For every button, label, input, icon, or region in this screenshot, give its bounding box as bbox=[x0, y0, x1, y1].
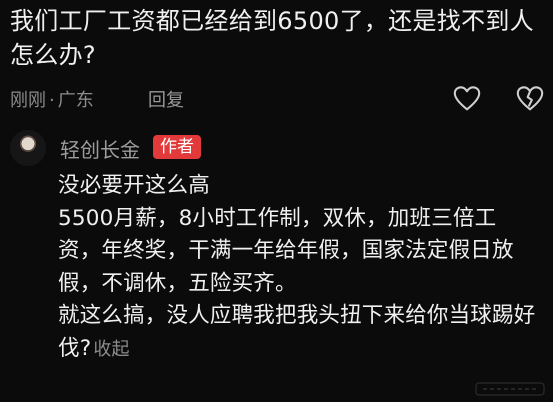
post-location: 广东 bbox=[57, 90, 94, 111]
avatar[interactable] bbox=[10, 130, 46, 166]
comment-body: 没必要开这么高 5500月薪，8小时工作制，双休，加班三倍工资，年终奖，干满一年… bbox=[58, 170, 538, 366]
post-meta: 刚刚 · 广东 bbox=[10, 86, 94, 112]
comment-line-3: 就这么搞，没人应聘我把我头扭下来给你当球踢好伐? 收起 bbox=[58, 300, 538, 366]
heart-outline-icon[interactable] bbox=[452, 84, 482, 114]
comment-line-1: 没必要开这么高 bbox=[58, 173, 210, 198]
broken-heart-icon[interactable] bbox=[515, 84, 545, 114]
comment-line-2: 5500月薪，8小时工作制，双休，加班三倍工资，年终奖，干满一年给年假，国家法定… bbox=[58, 205, 514, 296]
comment-card: 轻创长金 作者 没必要开这么高 5500月薪，8小时工作制，双休，加班三倍工资，… bbox=[0, 118, 553, 402]
watermark-logo bbox=[475, 382, 545, 396]
meta-separator: · bbox=[49, 90, 55, 111]
comment-username[interactable]: 轻创长金 bbox=[60, 134, 140, 163]
post-meta-row: 刚刚 · 广东 回复 bbox=[10, 84, 544, 114]
author-badge: 作者 bbox=[153, 135, 201, 159]
post-text: 我们工厂工资都已经给到6500了，还是找不到人怎么办? bbox=[10, 7, 534, 69]
post-time: 刚刚 bbox=[10, 90, 46, 111]
reply-button[interactable]: 回复 bbox=[148, 86, 184, 112]
collapse-button[interactable]: 收起 bbox=[93, 339, 129, 360]
